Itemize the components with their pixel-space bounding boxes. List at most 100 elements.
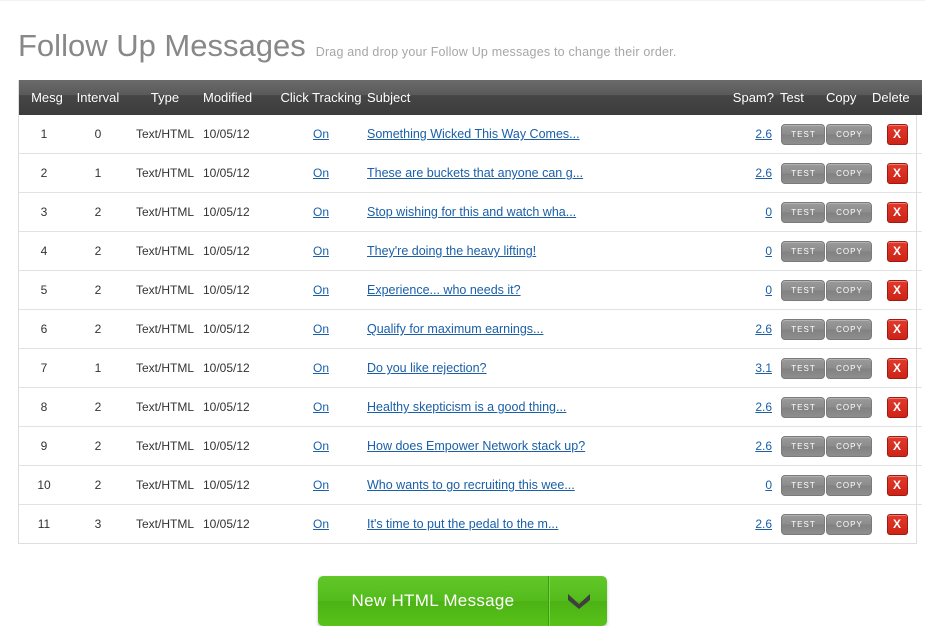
cell-subject-link[interactable]: Healthy skepticism is a good thing... [367, 400, 566, 414]
cell-spam[interactable]: 2.6 [722, 505, 780, 544]
new-html-message-button[interactable]: New HTML Message [317, 576, 550, 626]
table-row[interactable]: 5 2 Text/HTML 10/05/12 On Experience... who n… [19, 270, 922, 310]
delete-button[interactable]: X [886, 396, 908, 418]
cell-spam[interactable]: 0 [722, 270, 780, 310]
delete-button[interactable]: X [886, 357, 908, 379]
cell-spam-link[interactable]: 2.6 [755, 439, 772, 453]
delete-button[interactable]: X [886, 123, 908, 145]
table-row[interactable]: 8 2 Text/HTML 10/05/12 On Healthy skepticism … [19, 387, 922, 427]
delete-button[interactable]: X [886, 318, 908, 340]
delete-button[interactable]: X [886, 201, 908, 223]
cell-subject-link[interactable]: Do you like rejection? [367, 361, 487, 375]
cell-spam-link[interactable]: 2.6 [755, 127, 772, 141]
cell-subject-link[interactable]: Experience... who needs it? [367, 283, 521, 297]
column-header-mesg[interactable]: Mesg [19, 80, 69, 115]
copy-button[interactable]: COPY [826, 357, 872, 379]
cell-subject-link[interactable]: These are buckets that anyone can g... [367, 166, 583, 180]
cell-click-link[interactable]: On [313, 244, 329, 258]
cell-subject-link[interactable]: Who wants to go recruiting this wee... [367, 478, 575, 492]
cell-click-link[interactable]: On [313, 517, 329, 531]
column-header-type[interactable]: Type [127, 80, 203, 115]
cell-click-link[interactable]: On [313, 283, 329, 297]
new-message-dropdown-button[interactable] [549, 576, 608, 626]
cell-click[interactable]: On [275, 387, 367, 427]
table-row[interactable]: 11 3 Text/HTML 10/05/12 On It's time to put t… [19, 505, 922, 544]
column-header-spam[interactable]: Spam? [722, 80, 780, 115]
cell-click-link[interactable]: On [313, 166, 329, 180]
cell-click-link[interactable]: On [313, 361, 329, 375]
cell-spam-link[interactable]: 2.6 [755, 322, 772, 336]
cell-click[interactable]: On [275, 348, 367, 388]
cell-subject-link[interactable]: Something Wicked This Way Comes... [367, 127, 580, 141]
cell-click-link[interactable]: On [313, 478, 329, 492]
cell-subject[interactable]: These are buckets that anyone can g... [367, 153, 722, 193]
copy-button[interactable]: COPY [826, 513, 872, 535]
test-button[interactable]: TEST [781, 435, 825, 457]
test-button[interactable]: TEST [781, 162, 825, 184]
delete-button[interactable]: X [886, 240, 908, 262]
cell-spam[interactable]: 0 [722, 231, 780, 271]
cell-subject[interactable]: Something Wicked This Way Comes... [367, 115, 722, 154]
copy-button[interactable]: COPY [826, 318, 872, 340]
cell-click[interactable]: On [275, 115, 367, 154]
copy-button[interactable]: COPY [826, 474, 872, 496]
cell-click-link[interactable]: On [313, 322, 329, 336]
cell-subject[interactable]: Stop wishing for this and watch wha... [367, 192, 722, 232]
test-button[interactable]: TEST [781, 474, 825, 496]
cell-subject[interactable]: Do you like rejection? [367, 348, 722, 388]
cell-spam-link[interactable]: 2.6 [755, 400, 772, 414]
table-row[interactable]: 3 2 Text/HTML 10/05/12 On Stop wishing for th… [19, 192, 922, 232]
cell-click-link[interactable]: On [313, 400, 329, 414]
cell-spam-link[interactable]: 0 [765, 205, 772, 219]
cell-subject-link[interactable]: Stop wishing for this and watch wha... [367, 205, 576, 219]
delete-button[interactable]: X [886, 435, 908, 457]
copy-button[interactable]: COPY [826, 123, 872, 145]
copy-button[interactable]: COPY [826, 201, 872, 223]
cell-subject[interactable]: Healthy skepticism is a good thing... [367, 387, 722, 427]
cell-click[interactable]: On [275, 465, 367, 505]
cell-subject[interactable]: It's time to put the pedal to the m... [367, 505, 722, 544]
table-row[interactable]: 6 2 Text/HTML 10/05/12 On Qualify for maximum… [19, 309, 922, 349]
cell-spam[interactable]: 0 [722, 465, 780, 505]
cell-spam[interactable]: 2.6 [722, 115, 780, 154]
table-row[interactable]: 1 0 Text/HTML 10/05/12 On Something Wicked Th… [19, 115, 922, 154]
test-button[interactable]: TEST [781, 123, 825, 145]
cell-subject-link[interactable]: They're doing the heavy lifting! [367, 244, 536, 258]
cell-spam[interactable]: 0 [722, 192, 780, 232]
test-button[interactable]: TEST [781, 396, 825, 418]
test-button[interactable]: TEST [781, 318, 825, 340]
column-header-click-tracking[interactable]: Click Tracking [275, 80, 367, 115]
cell-click[interactable]: On [275, 309, 367, 349]
column-header-interval[interactable]: Interval [69, 80, 127, 115]
cell-spam[interactable]: 2.6 [722, 153, 780, 193]
copy-button[interactable]: COPY [826, 435, 872, 457]
cell-spam-link[interactable]: 2.6 [755, 166, 772, 180]
cell-spam-link[interactable]: 2.6 [755, 517, 772, 531]
cell-spam[interactable]: 2.6 [722, 426, 780, 466]
cell-spam[interactable]: 2.6 [722, 309, 780, 349]
column-header-subject[interactable]: Subject [367, 80, 722, 115]
cell-click[interactable]: On [275, 231, 367, 271]
cell-spam-link[interactable]: 0 [765, 283, 772, 297]
copy-button[interactable]: COPY [826, 396, 872, 418]
copy-button[interactable]: COPY [826, 279, 872, 301]
cell-subject[interactable]: Experience... who needs it? [367, 270, 722, 310]
cell-subject-link[interactable]: Qualify for maximum earnings... [367, 322, 543, 336]
test-button[interactable]: TEST [781, 513, 825, 535]
cell-spam-link[interactable]: 3.1 [755, 361, 772, 375]
copy-button[interactable]: COPY [826, 162, 872, 184]
test-button[interactable]: TEST [781, 201, 825, 223]
cell-click[interactable]: On [275, 270, 367, 310]
table-row[interactable]: 9 2 Text/HTML 10/05/12 On How does Empower Ne… [19, 426, 922, 466]
cell-click-link[interactable]: On [313, 439, 329, 453]
test-button[interactable]: TEST [781, 357, 825, 379]
cell-spam-link[interactable]: 0 [765, 244, 772, 258]
delete-button[interactable]: X [886, 162, 908, 184]
delete-button[interactable]: X [886, 474, 908, 496]
delete-button[interactable]: X [886, 279, 908, 301]
cell-click[interactable]: On [275, 426, 367, 466]
cell-click-link[interactable]: On [313, 205, 329, 219]
cell-spam-link[interactable]: 0 [765, 478, 772, 492]
cell-click[interactable]: On [275, 153, 367, 193]
delete-button[interactable]: X [886, 513, 908, 535]
